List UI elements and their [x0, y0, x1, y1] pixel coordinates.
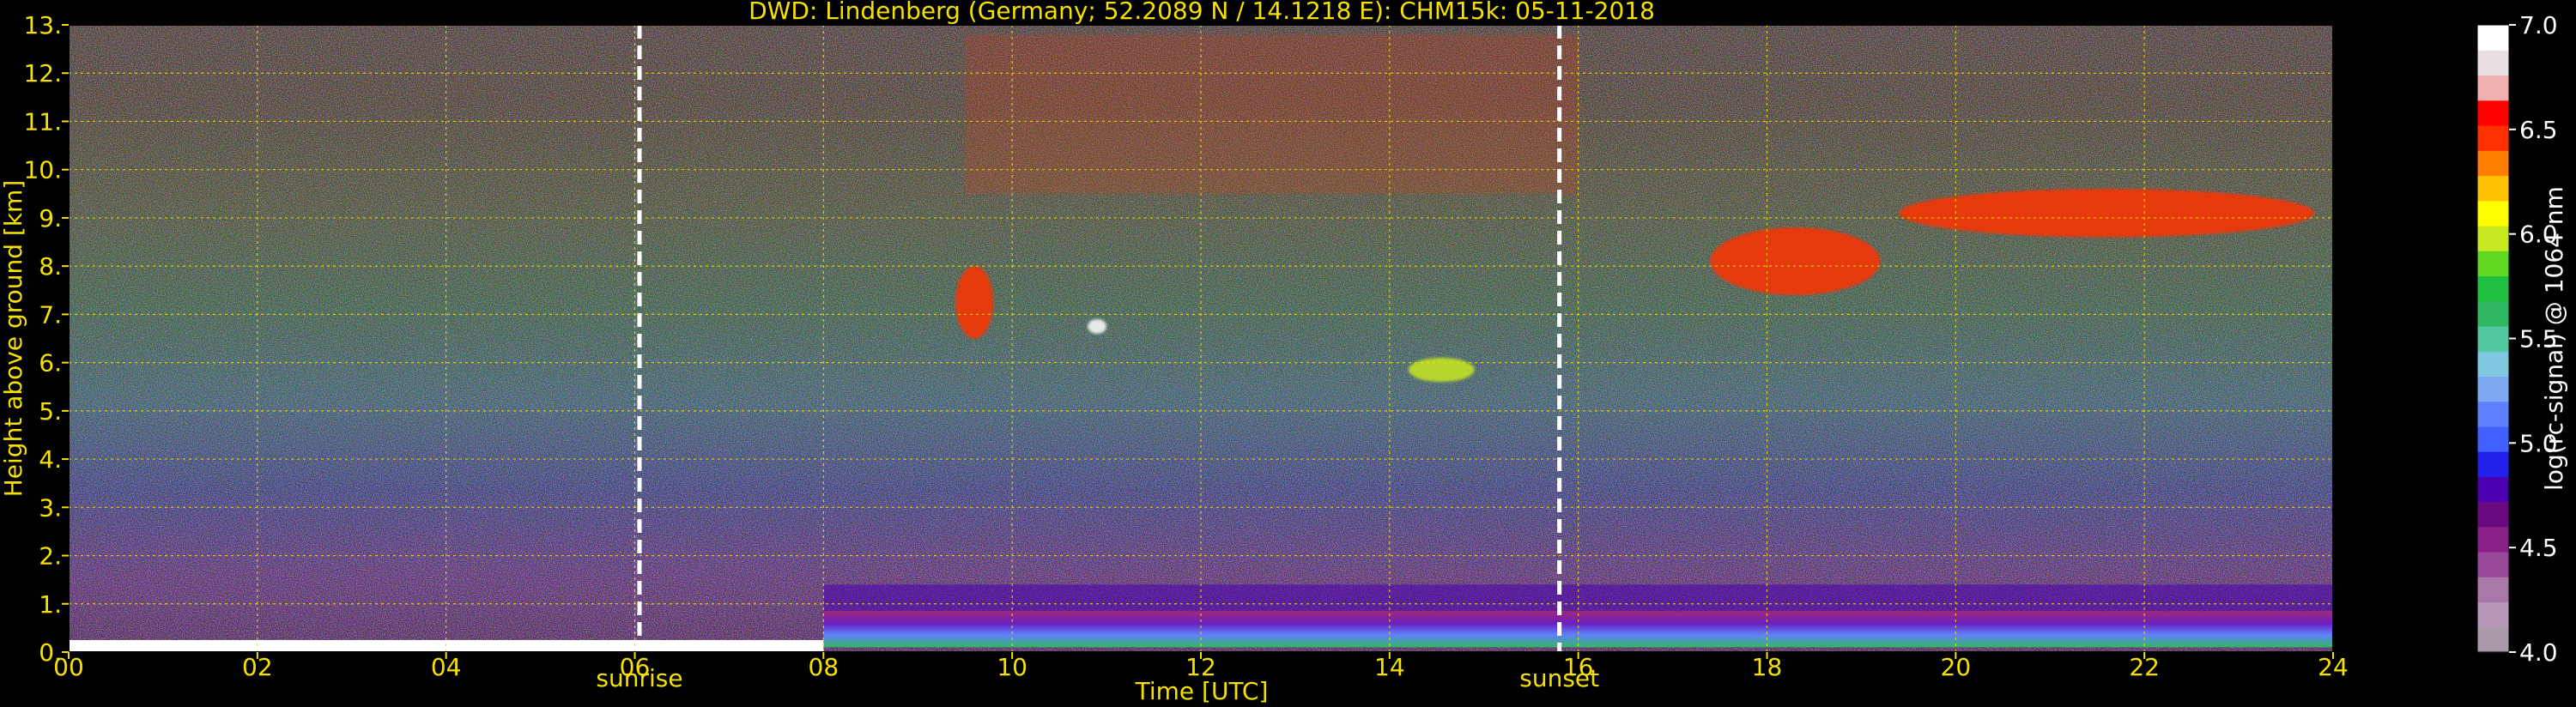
cloud-echo — [1899, 189, 2315, 238]
colorbar-tick-label: 4.0 — [2519, 638, 2558, 667]
y-tick-label: 12. — [23, 59, 62, 88]
colorbar-segment — [2477, 50, 2509, 76]
y-tick-label: 4. — [39, 445, 62, 474]
x-tick-label: 08 — [809, 653, 839, 681]
x-tick-label: 18 — [1752, 653, 1783, 681]
colorbar-segment — [2477, 251, 2509, 276]
y-tick-label: 2. — [39, 542, 62, 571]
y-tick-label: 13. — [23, 11, 62, 39]
colorbar-segment — [2477, 376, 2509, 402]
colorbar-segment — [2477, 300, 2509, 327]
colorbar-tick-label: 7.0 — [2519, 11, 2558, 39]
colorbar-label: log(rc-signal) @ 1064 nm — [2540, 186, 2568, 491]
x-tick-label: 02 — [242, 653, 273, 681]
colorbar-segment — [2477, 175, 2509, 202]
y-axis-label: Height above ground [km] — [0, 180, 27, 498]
y-tick-label: 0. — [39, 638, 62, 667]
colorbar-segment — [2477, 476, 2509, 503]
x-tick-label: 16 — [1563, 653, 1594, 681]
x-tick-label: 20 — [1941, 653, 1972, 681]
x-tick-label: 04 — [431, 653, 462, 681]
y-tick-label: 8. — [39, 252, 62, 281]
colorbar-segment — [2477, 501, 2509, 528]
colorbar-segment — [2477, 351, 2509, 377]
y-tick-label: 5. — [39, 397, 62, 426]
colorbar-segment — [2477, 150, 2509, 177]
colorbar-segment — [2477, 100, 2509, 126]
y-tick-label: 10. — [23, 156, 62, 184]
colorbar-segment — [2477, 451, 2509, 477]
cloud-echo — [1088, 319, 1107, 334]
colorbar-segment — [2477, 526, 2509, 553]
x-tick-label: 06 — [620, 653, 651, 681]
colorbar-segment — [2477, 275, 2509, 302]
colorbar-segment — [2477, 426, 2509, 452]
x-axis-label: Time [UTC] — [1135, 677, 1269, 705]
boundary-layer-region — [823, 611, 2334, 648]
lidar-backscatter-figure: sunrise sunset 00 02 04 06 08 10 12 14 16 18 20 22 24… — [0, 0, 2568, 705]
colorbar-segment — [2477, 626, 2509, 653]
colorbar-tick-label: 6.5 — [2519, 116, 2558, 144]
y-tick-label: 3. — [39, 493, 62, 522]
colorbar-segment — [2477, 552, 2509, 577]
y-tick-label: 7. — [39, 300, 62, 329]
cloud-echo — [955, 266, 994, 339]
colorbar-segment — [2477, 200, 2509, 227]
colorbar-tick-label: 4.5 — [2519, 534, 2558, 562]
colorbar-segment — [2477, 25, 2509, 51]
y-tick-label: 6. — [39, 349, 62, 378]
cloud-echo — [1710, 227, 1881, 295]
chart-title: DWD: Lindenberg (Germany; 52.2089 N / 14… — [749, 0, 1655, 25]
cloud-echo — [1408, 357, 1475, 383]
plot-area: sunrise sunset — [68, 24, 2334, 692]
x-tick-label: 14 — [1374, 653, 1405, 681]
y-tick-label: 9. — [39, 204, 62, 233]
x-tick-label: 24 — [2318, 653, 2349, 681]
colorbar-segment — [2477, 401, 2509, 427]
x-tick-label: 22 — [2129, 653, 2160, 681]
colorbar-segment — [2477, 577, 2509, 603]
colorbar-segment — [2477, 601, 2509, 628]
y-tick-label: 11. — [23, 107, 62, 136]
colorbar-segment — [2477, 225, 2509, 251]
y-tick-label: 1. — [39, 590, 62, 619]
x-tick-label: 10 — [997, 653, 1027, 681]
colorbar-segment — [2477, 124, 2509, 151]
colorbar-segment — [2477, 75, 2509, 101]
colorbar-segment — [2477, 325, 2509, 352]
